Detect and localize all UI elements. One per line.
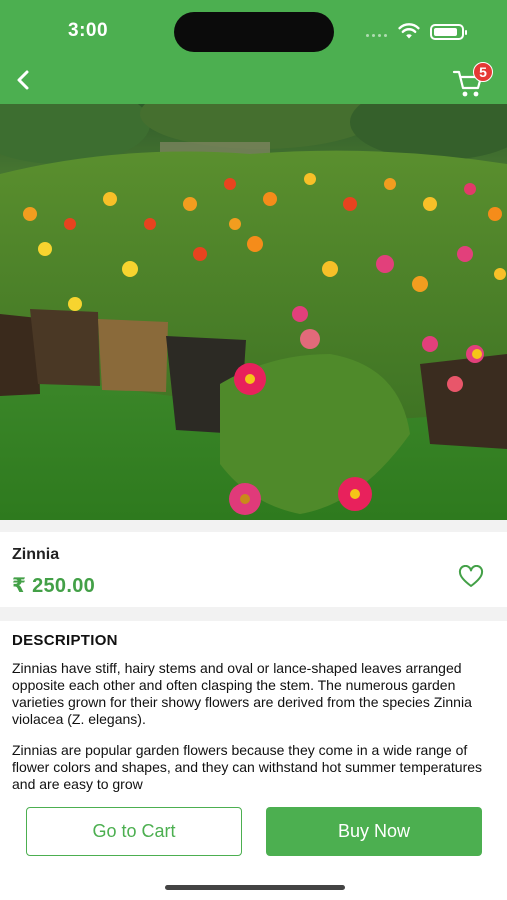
go-to-cart-button[interactable]: Go to Cart [26,807,242,856]
product-price: ₹ 250.00 [12,575,96,597]
cart-count-badge: 5 [473,62,493,82]
app-header: 3:00 5 [0,0,507,104]
cart-button[interactable]: 5 [452,62,493,98]
dynamic-island [174,12,334,52]
description-heading: DESCRIPTION [12,632,118,649]
section-divider [0,520,507,532]
battery-level [434,28,457,36]
signal-icon [366,34,387,37]
heart-icon [458,564,484,587]
home-indicator[interactable] [165,885,345,890]
status-time: 3:00 [68,20,109,41]
product-name: Zinnia [12,546,60,563]
chevron-left-icon [17,70,29,90]
buy-now-button[interactable]: Buy Now [266,807,482,856]
back-button[interactable] [8,64,38,96]
description-paragraph: Zinnias have stiff, hairy stems and oval… [12,660,472,727]
favorite-button[interactable] [458,564,484,589]
section-divider [0,607,507,621]
description-body: Zinnias have stiff, hairy stems and oval… [12,660,488,802]
battery-icon [430,24,467,40]
description-paragraph: Zinnias are popular garden flowers becau… [12,742,483,792]
product-image [0,104,507,520]
wifi-icon [398,23,420,39]
